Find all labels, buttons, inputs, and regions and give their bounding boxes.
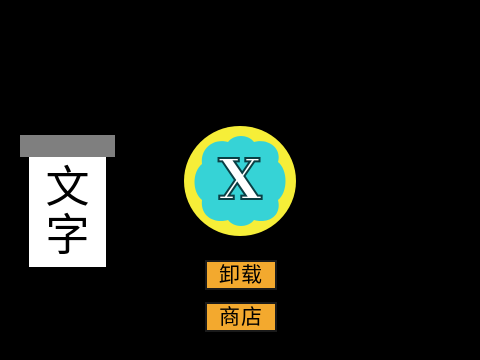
text-card-char-2: 字	[45, 210, 90, 261]
uninstall-button[interactable]: 卸载	[205, 260, 277, 290]
close-symbol: X	[218, 147, 262, 213]
vertical-text-card: 文 字	[20, 135, 115, 267]
store-button[interactable]: 商店	[205, 302, 277, 332]
text-card-header-bar	[20, 135, 115, 157]
close-icon: X	[194, 136, 286, 226]
text-card-body: 文 字	[29, 157, 106, 267]
close-button[interactable]: X	[184, 126, 296, 236]
text-card-char-1: 文	[45, 162, 90, 213]
